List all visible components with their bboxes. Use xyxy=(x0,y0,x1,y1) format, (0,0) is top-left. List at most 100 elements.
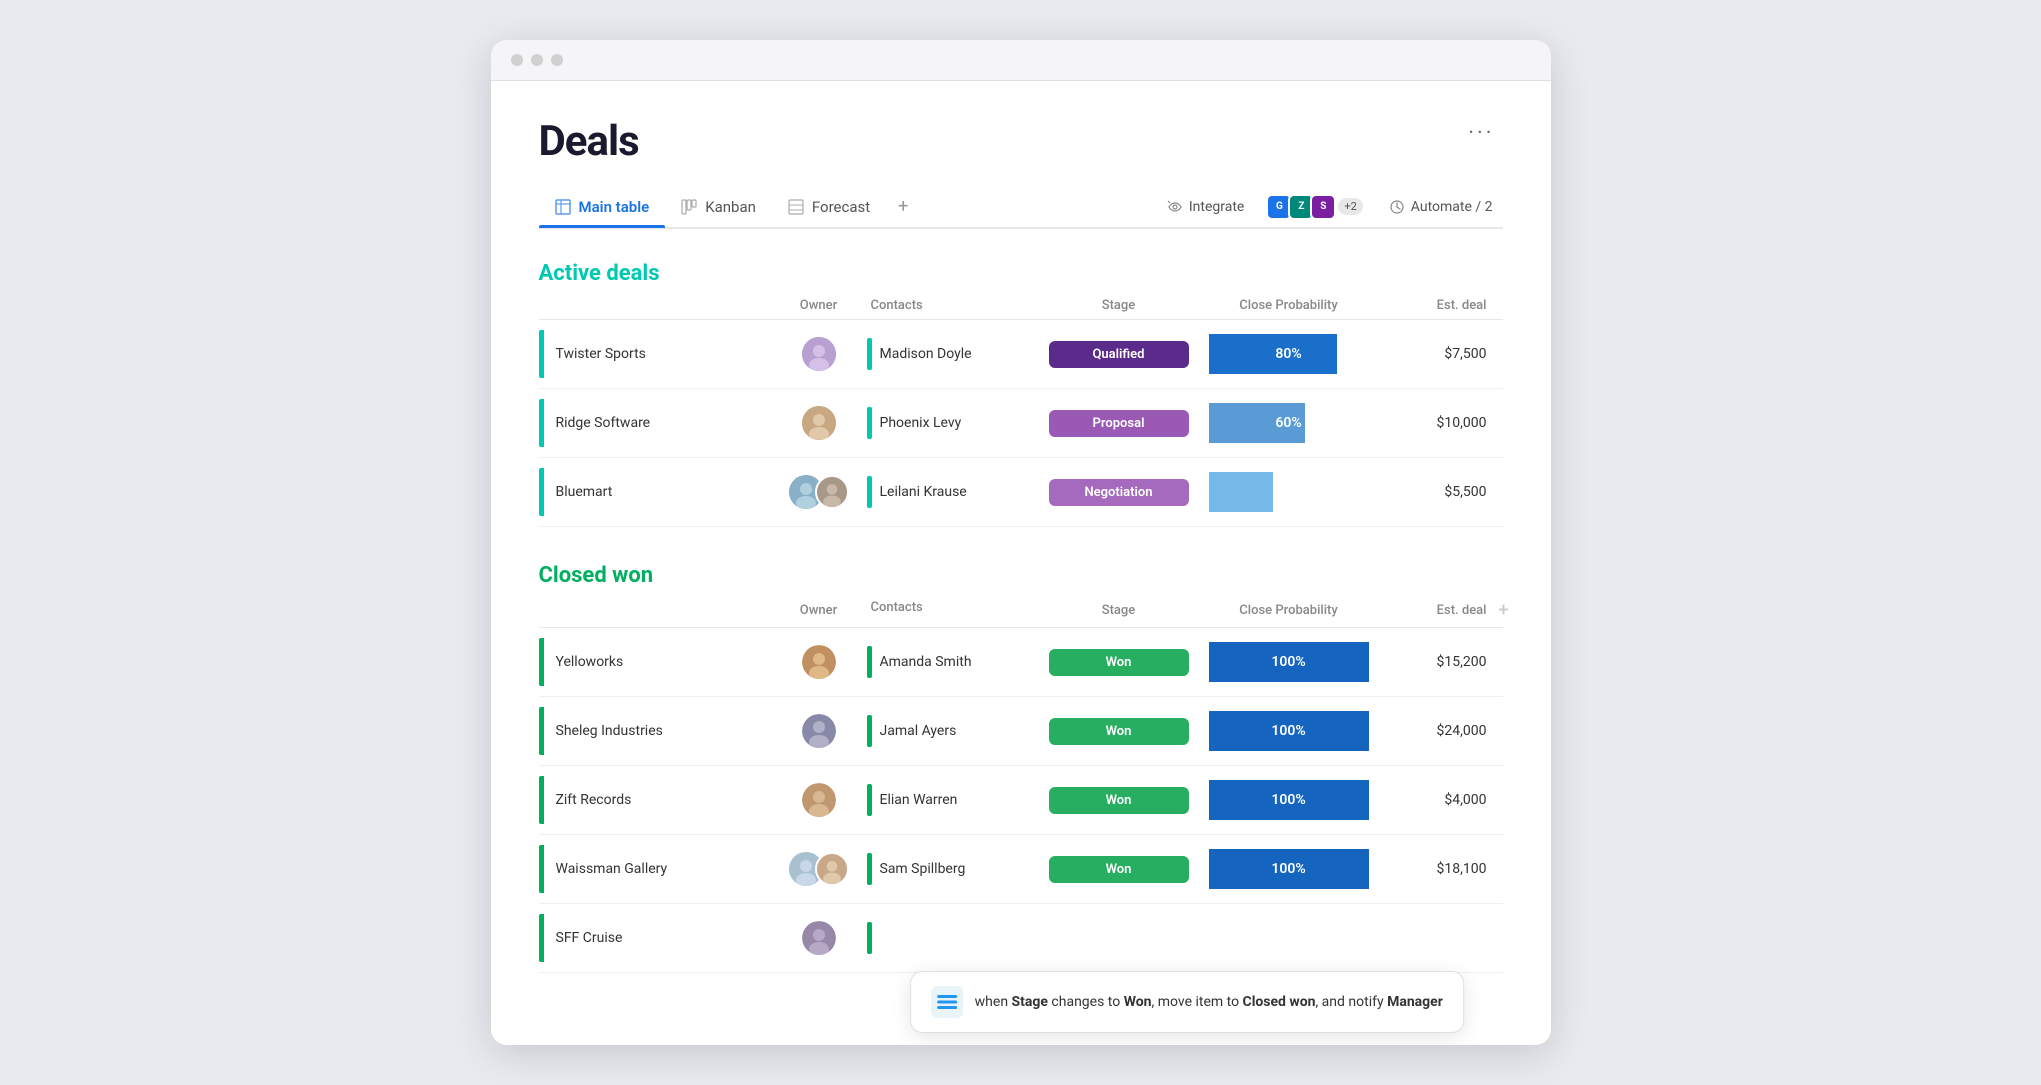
deal-name-ridge: Ridge Software xyxy=(544,415,651,431)
owner-avatar-img-zift xyxy=(802,783,836,817)
owner-avatar-waissman-2 xyxy=(815,852,849,886)
col-add-closed: + xyxy=(1499,600,1539,621)
contact-indicator-bluemart xyxy=(867,476,872,508)
integrate-action[interactable]: Integrate xyxy=(1157,193,1255,221)
add-row-btn-sheleg[interactable] xyxy=(1499,721,1539,741)
contact-name-zift: Elian Warren xyxy=(880,792,958,808)
stage-badge-waissman[interactable]: Won xyxy=(1049,856,1189,883)
integration-avatars: G Z S +2 xyxy=(1270,194,1362,220)
stage-badge-yelloworks[interactable]: Won xyxy=(1049,649,1189,676)
tab-forecast[interactable]: Forecast xyxy=(772,188,886,226)
tab-main-table-label: Main table xyxy=(579,198,650,216)
cell-contact-yelloworks: Amanda Smith xyxy=(859,636,1039,688)
owner-avatar-img-ridge xyxy=(802,406,836,440)
cell-prob-yelloworks: 100% xyxy=(1199,642,1379,682)
tab-kanban[interactable]: Kanban xyxy=(665,188,772,226)
tab-main-table[interactable]: Main table xyxy=(539,188,666,226)
automate-icon xyxy=(1389,199,1405,215)
add-row-btn-zift[interactable] xyxy=(1499,790,1539,810)
automate-action[interactable]: Automate / 2 xyxy=(1379,193,1503,221)
closed-won-header: Owner Contacts Stage Close Probability E… xyxy=(539,600,1503,628)
contact-name-sheleg: Jamal Ayers xyxy=(880,723,957,739)
col-deal-name xyxy=(539,298,779,313)
prob-text-zift: 100% xyxy=(1271,792,1305,808)
owner-avatar-group-bluemart xyxy=(789,475,849,509)
cell-stage-sheleg[interactable]: Won xyxy=(1039,708,1199,755)
table-row: Waissman Gallery xyxy=(539,835,1503,904)
contact-indicator-sheleg xyxy=(867,715,872,747)
cell-stage-twister[interactable]: Qualified xyxy=(1039,331,1199,378)
col-owner-closed: Owner xyxy=(779,600,859,621)
contact-indicator-twister xyxy=(867,338,872,370)
cell-stage-yelloworks[interactable]: Won xyxy=(1039,639,1199,686)
cell-name-ridge: Ridge Software xyxy=(539,389,779,457)
active-deals-table: Owner Contacts Stage Close Probability E… xyxy=(539,298,1503,527)
browser-dot-1 xyxy=(511,54,523,66)
table-row: Yelloworks Amanda Smith xyxy=(539,628,1503,697)
page-header: Deals ··· xyxy=(539,117,1503,166)
prob-container-ridge: 60% xyxy=(1209,403,1369,443)
browser-content: Deals ··· Main table Kanban xyxy=(491,81,1551,1045)
prob-text-waissman: 100% xyxy=(1271,861,1305,877)
cell-stage-bluemart[interactable]: Negotiation xyxy=(1039,469,1199,516)
add-row-btn-waissman[interactable] xyxy=(1499,859,1539,879)
auto-won-label: Won xyxy=(1124,994,1152,1010)
cell-name-sheleg: Sheleg Industries xyxy=(539,697,779,765)
stage-badge-zift[interactable]: Won xyxy=(1049,787,1189,814)
auto-changes-text: changes to xyxy=(1048,994,1124,1010)
prob-bar-bluemart xyxy=(1209,472,1273,512)
cell-contact-sheleg: Jamal Ayers xyxy=(859,705,1039,757)
col-add-active xyxy=(1499,298,1539,313)
tab-add-button[interactable]: + xyxy=(886,186,920,227)
prob-container-bluemart: 40% xyxy=(1209,472,1369,512)
col-stage: Stage xyxy=(1039,298,1199,313)
page-title: Deals xyxy=(539,117,639,166)
stage-badge-twister[interactable]: Qualified xyxy=(1049,341,1189,368)
cell-prob-sheleg: 100% xyxy=(1199,711,1379,751)
add-row-btn-sff[interactable] xyxy=(1499,928,1539,948)
cell-owner-sff xyxy=(779,911,859,965)
more-menu-button[interactable]: ··· xyxy=(1460,117,1502,150)
integration-badge: +2 xyxy=(1338,198,1362,215)
cell-contact-twister: Madison Doyle xyxy=(859,328,1039,380)
stage-badge-sheleg[interactable]: Won xyxy=(1049,718,1189,745)
cell-est-bluemart: $5,500 xyxy=(1379,474,1499,510)
cell-stage-ridge[interactable]: Proposal xyxy=(1039,400,1199,447)
auto-move-text: , move item to xyxy=(1151,994,1242,1010)
integration-avatar-3: S xyxy=(1310,194,1336,220)
table-row: Zift Records Elian Warre xyxy=(539,766,1503,835)
owner-avatar-sff xyxy=(802,921,836,955)
add-row-btn-bluemart[interactable] xyxy=(1499,482,1539,502)
cell-prob-twister: 80% xyxy=(1199,334,1379,374)
cell-name-waissman: Waissman Gallery xyxy=(539,835,779,903)
add-row-btn-yelloworks[interactable] xyxy=(1499,652,1539,672)
deal-name-sheleg: Sheleg Industries xyxy=(544,723,663,739)
contact-name-yelloworks: Amanda Smith xyxy=(880,654,972,670)
forecast-icon xyxy=(788,199,804,215)
contact-indicator-sff xyxy=(867,922,872,954)
cell-stage-zift[interactable]: Won xyxy=(1039,777,1199,824)
closed-won-title: Closed won xyxy=(539,563,1503,588)
prob-text-ridge: 60% xyxy=(1275,415,1301,431)
prob-container-yelloworks: 100% xyxy=(1209,642,1369,682)
cell-est-waissman: $18,100 xyxy=(1379,851,1499,887)
add-row-btn-ridge[interactable] xyxy=(1499,413,1539,433)
prob-container-zift: 100% xyxy=(1209,780,1369,820)
prob-text-bluemart: 40% xyxy=(1275,484,1301,500)
stage-badge-bluemart[interactable]: Negotiation xyxy=(1049,479,1189,506)
browser-dot-3 xyxy=(551,54,563,66)
table-row: Bluemart xyxy=(539,458,1503,527)
owner-avatar-img-bluemart-2 xyxy=(817,475,847,509)
auto-manager-label: Manager xyxy=(1387,994,1443,1010)
cell-owner-waissman xyxy=(779,842,859,896)
add-col-icon[interactable]: + xyxy=(1499,600,1509,621)
owner-avatar-ridge xyxy=(802,406,836,440)
automate-label: Automate / 2 xyxy=(1411,199,1493,215)
owner-avatar-sheleg xyxy=(802,714,836,748)
cell-est-zift: $4,000 xyxy=(1379,782,1499,818)
auto-closed-won-label: Closed won xyxy=(1243,994,1316,1010)
stage-badge-ridge[interactable]: Proposal xyxy=(1049,410,1189,437)
owner-avatar-img-sff xyxy=(802,921,836,955)
add-row-btn-twister[interactable] xyxy=(1499,344,1539,364)
cell-stage-waissman[interactable]: Won xyxy=(1039,846,1199,893)
